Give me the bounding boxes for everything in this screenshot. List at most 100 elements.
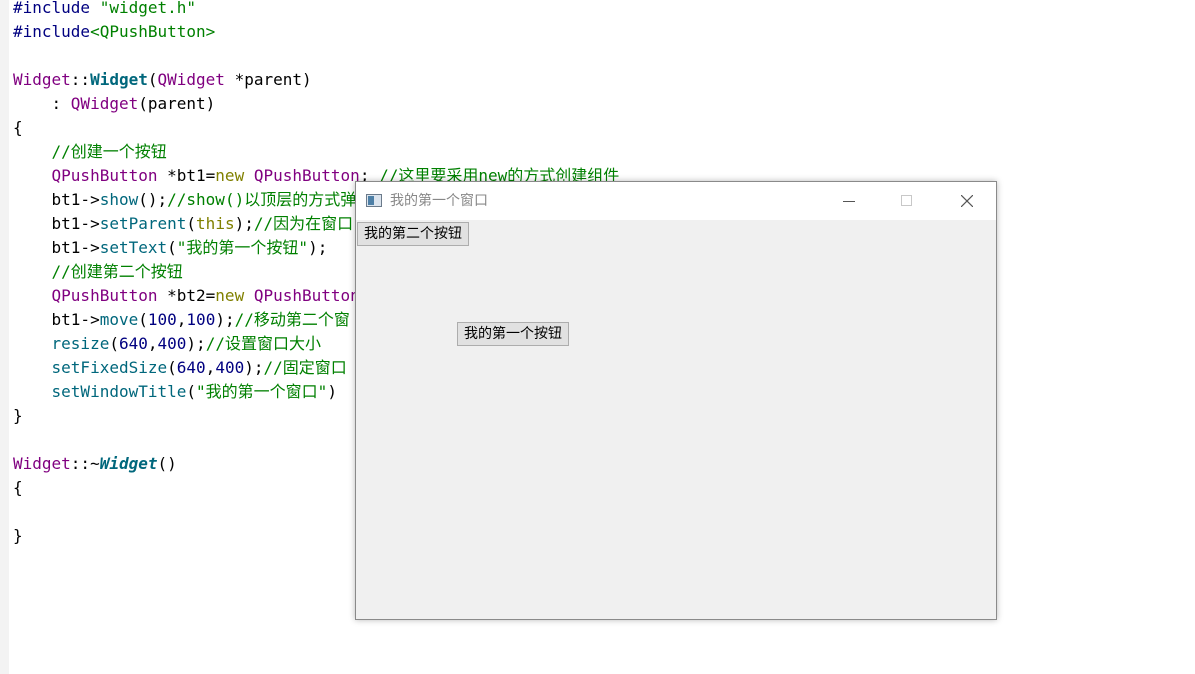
code-token: "我的第一个窗口" (196, 382, 328, 401)
code-token: bt1-> (13, 310, 100, 329)
code-token: move (99, 310, 139, 329)
code-token: ( (147, 70, 158, 89)
window-title-bar[interactable]: 我的第一个窗口 (356, 182, 996, 220)
code-token: QPushButton (253, 166, 360, 185)
code-token: new (215, 286, 245, 305)
code-token: #include (13, 22, 91, 41)
code-token: QPushButton (51, 166, 158, 185)
maximize-button[interactable] (878, 182, 936, 220)
code-token: ); (234, 214, 254, 233)
code-token: , (176, 310, 187, 329)
minimize-icon (843, 201, 855, 202)
code-line: } (13, 524, 23, 548)
code-token: //移动第二个窗 (234, 310, 350, 329)
code-token: "我的第一个按钮" (176, 238, 309, 257)
window-title: 我的第一个窗口 (390, 193, 488, 209)
code-token: resize (51, 334, 110, 353)
code-token: Widget (90, 70, 148, 89)
code-token: 640 (176, 358, 206, 377)
code-token: QPushButton (51, 286, 158, 305)
code-token: *bt2= (157, 286, 216, 305)
code-line: resize(640,400);//设置窗口大小 (13, 332, 321, 356)
code-token: this (196, 214, 235, 233)
code-token: ( (167, 238, 177, 257)
code-token: QWidget (70, 94, 139, 113)
code-token: : (13, 94, 71, 113)
code-token: ); (244, 358, 264, 377)
code-token: //创建一个按钮 (13, 142, 167, 161)
code-token: } (13, 526, 23, 545)
code-token: setText (99, 238, 168, 257)
code-token: *parent) (224, 70, 312, 89)
code-token: ); (186, 334, 206, 353)
code-token: ( (186, 382, 197, 401)
minimize-button[interactable] (820, 182, 878, 220)
code-line: #include "widget.h" (13, 0, 196, 20)
code-token: //设置窗口大小 (205, 334, 321, 353)
code-token: ); (308, 238, 328, 257)
code-line: setFixedSize(640,400);//固定窗口 (13, 356, 347, 380)
maximize-icon (901, 195, 912, 206)
qt-app-window: 我的第一个窗口 我的第二个按钮 我的第一个按钮 (355, 181, 997, 620)
code-token: setFixedSize (51, 358, 168, 377)
code-line: { (13, 116, 23, 140)
code-token: } (13, 406, 23, 425)
code-token: Widget (13, 454, 71, 473)
code-token: bt1-> (13, 214, 100, 233)
code-token: (parent) (138, 94, 216, 113)
code-token: *bt1= (157, 166, 216, 185)
code-token: #include (13, 0, 100, 17)
code-token: "widget.h" (99, 0, 197, 17)
code-line: #include<QPushButton> (13, 20, 215, 44)
code-token: 400 (215, 358, 245, 377)
code-token: ( (109, 334, 119, 353)
code-token: QPushButton (253, 286, 360, 305)
code-token: 100 (186, 310, 216, 329)
code-token: bt1-> (13, 190, 100, 209)
code-token: () (157, 454, 177, 473)
code-token: //创建第二个按钮 (13, 262, 183, 281)
code-token: setWindowTitle (51, 382, 187, 401)
code-token: Widget (99, 454, 158, 473)
code-line: Widget::~Widget() (13, 452, 177, 476)
code-line: bt1->setParent(this);//因为在窗口 (13, 212, 354, 236)
code-line: : QWidget(parent) (13, 92, 216, 116)
code-line: { (13, 476, 23, 500)
code-token: , (147, 334, 158, 353)
code-token: show (99, 190, 139, 209)
code-token: (); (138, 190, 168, 209)
code-line: //创建一个按钮 (13, 140, 167, 164)
close-icon (961, 195, 973, 207)
first-push-button[interactable]: 我的第一个按钮 (457, 322, 569, 346)
code-line: } (13, 404, 23, 428)
code-token: //固定窗口 (263, 358, 347, 377)
code-token: 100 (147, 310, 177, 329)
code-line: bt1->setText("我的第一个按钮"); (13, 236, 328, 260)
code-token: 640 (118, 334, 148, 353)
code-line: bt1->move(100,100);//移动第二个窗 (13, 308, 350, 332)
code-token: , (205, 358, 216, 377)
code-token: ) (327, 382, 337, 401)
close-button[interactable] (938, 182, 996, 220)
code-token: //因为在窗口 (253, 214, 354, 233)
window-client-area: 我的第二个按钮 我的第一个按钮 (356, 220, 996, 619)
app-window-icon (366, 194, 382, 207)
second-push-button[interactable]: 我的第二个按钮 (357, 222, 469, 246)
code-token: :: (70, 70, 91, 89)
code-token: <QPushButton> (90, 22, 216, 41)
code-token: ( (186, 214, 197, 233)
code-token: ( (138, 310, 148, 329)
code-token: ); (215, 310, 235, 329)
code-line: setWindowTitle("我的第一个窗口") (13, 380, 337, 404)
code-line: //创建第二个按钮 (13, 260, 183, 284)
code-token: Widget (13, 70, 71, 89)
code-token: QWidget (157, 70, 225, 89)
code-token: new (215, 166, 245, 185)
